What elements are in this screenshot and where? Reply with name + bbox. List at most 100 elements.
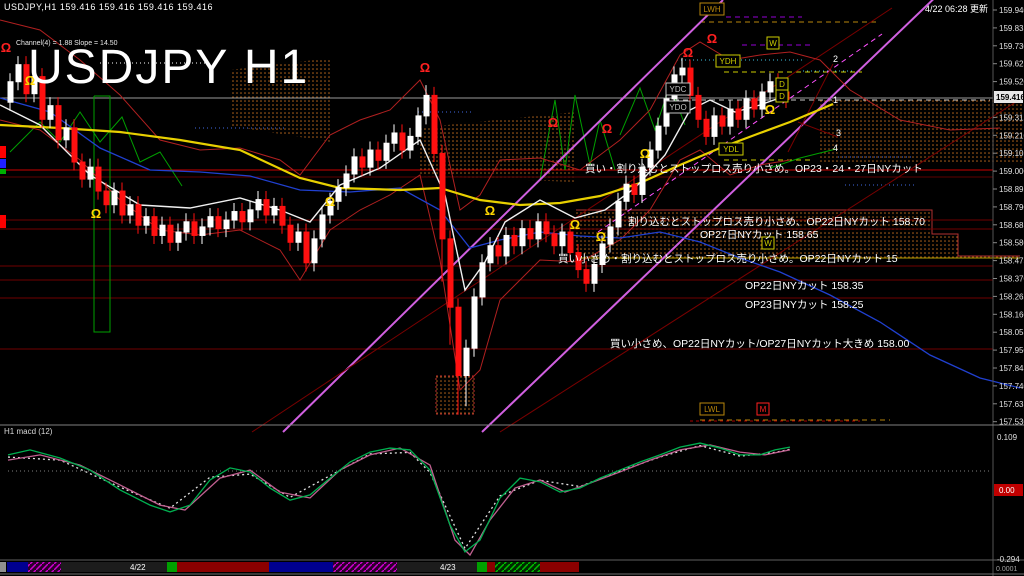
candle-body — [136, 205, 141, 225]
candle-body — [40, 77, 45, 120]
candle-body — [480, 263, 485, 297]
candle-body — [472, 297, 477, 348]
kumo-cloud-area — [820, 98, 1022, 162]
candle-body — [152, 217, 157, 236]
candle-body — [192, 222, 197, 236]
candle-body — [680, 68, 685, 75]
session-segment — [333, 562, 397, 572]
axis-tick-label: 159.520 — [999, 78, 1024, 87]
candle-body — [768, 82, 773, 92]
session-date-label: 4/22 — [130, 563, 146, 572]
candle-body — [248, 210, 253, 222]
candle-body — [104, 191, 109, 205]
op-annotation: OP23日NYカット 158.25 — [745, 299, 864, 311]
session-segment — [167, 562, 177, 572]
axis-tick-label: 159.940 — [999, 6, 1024, 15]
left-edge-indicator-bar — [0, 159, 6, 168]
candle-body — [16, 65, 21, 82]
axis-tick-label: 157.740 — [999, 382, 1024, 391]
level-label-text: YDL — [723, 145, 739, 154]
candle-body — [656, 126, 661, 150]
candle-body — [432, 95, 437, 153]
candle-body — [712, 116, 717, 136]
omega-red-marker: Ω — [683, 45, 693, 60]
level-label-text: YDH — [720, 57, 737, 66]
candle-body — [128, 205, 133, 215]
axis-tick-label: 157.845 — [999, 364, 1024, 373]
candle-body — [728, 109, 733, 126]
candle-body — [424, 95, 429, 115]
level-label-text: W — [769, 39, 777, 48]
axis-tick-label: 158.475 — [999, 257, 1024, 266]
session-segment — [177, 562, 269, 572]
candle-body — [752, 99, 757, 109]
axis-tick-label: 158.160 — [999, 310, 1024, 319]
op-annotation: 割り込むとストップロス売り小さめ、OP22日NYカット 158.70 — [628, 215, 925, 228]
candle-body — [296, 232, 301, 242]
axis-tick-label: 159.315 — [999, 113, 1024, 122]
axis-tick-label: 159.625 — [999, 60, 1024, 69]
candle-body — [744, 99, 749, 119]
axis-tick-label: 159.835 — [999, 24, 1024, 33]
candle-body — [584, 270, 589, 284]
session-segment — [269, 562, 333, 572]
axis-tick-label: 158.685 — [999, 221, 1024, 230]
omega-gold-marker: Ω — [765, 102, 775, 117]
candle-body — [392, 133, 397, 143]
candle-body — [440, 153, 445, 238]
candle-body — [288, 225, 293, 242]
channel-number-label: 4 — [833, 143, 838, 153]
omega-gold-marker: Ω — [485, 203, 495, 218]
candle-body — [736, 109, 741, 119]
omega-red-marker: Ω — [602, 121, 612, 136]
candle-body — [208, 217, 213, 227]
candle-body — [336, 188, 341, 202]
candle-body — [528, 229, 533, 239]
candle-body — [240, 212, 245, 222]
session-segment — [495, 562, 540, 572]
omega-gold-marker: Ω — [91, 206, 101, 221]
candle-body — [344, 174, 349, 188]
candle-body — [280, 206, 285, 225]
candle-body — [256, 200, 261, 210]
session-strip[interactable]: 4/224/23 — [0, 562, 579, 572]
candle-body — [560, 232, 565, 246]
level-label-text: M — [760, 405, 767, 414]
level-label-text: D — [779, 80, 785, 89]
candle-body — [320, 215, 325, 239]
axis-tick-label: 158.370 — [999, 275, 1024, 284]
op-annotation: OP22日NYカット 158.35 — [745, 280, 864, 292]
candle-body — [120, 191, 125, 215]
candle-body — [56, 106, 61, 140]
axis-tick-label: 157.635 — [999, 400, 1024, 409]
channel-number-label: 1 — [833, 95, 838, 105]
omega-red-marker: Ω — [548, 115, 558, 130]
session-segment — [477, 562, 487, 572]
candle-body — [64, 128, 69, 140]
omega-gold-marker: Ω — [596, 229, 606, 244]
session-segment — [28, 562, 61, 572]
trading-app-window: ΩΩΩΩΩΩΩΩΩΩΩΩΩΩLWHYDHWYDCYDODDYDLWLWLM213… — [0, 0, 1024, 576]
candle-body — [312, 239, 317, 263]
axis-tick-label: 158.580 — [999, 239, 1024, 248]
op-annotation: 買い小さめ、OP22日NYカット/OP27日NYカット大きめ 158.00 — [610, 337, 909, 350]
candle-body — [568, 232, 573, 252]
price-chart-canvas[interactable]: ΩΩΩΩΩΩΩΩΩΩΩΩΩΩLWHYDHWYDCYDODDYDLWLWLM213… — [0, 0, 1024, 576]
session-segment — [397, 562, 477, 572]
omega-red-marker: Ω — [1, 40, 11, 55]
level-label-text: LWH — [703, 5, 720, 14]
candle-body — [304, 232, 309, 263]
session-segment — [61, 562, 167, 572]
omega-gold-marker: Ω — [640, 146, 650, 161]
candle-body — [704, 119, 709, 136]
candle-body — [552, 234, 557, 246]
candle-body — [592, 264, 597, 283]
candle-body — [408, 136, 413, 150]
omega-gold-marker: Ω — [25, 73, 35, 88]
candle-body — [48, 106, 53, 120]
scrollbar-left-notch[interactable] — [0, 562, 6, 572]
candle-body — [272, 206, 277, 215]
candle-body — [520, 229, 525, 246]
omega-red-marker: Ω — [707, 31, 717, 46]
candle-body — [80, 162, 85, 179]
